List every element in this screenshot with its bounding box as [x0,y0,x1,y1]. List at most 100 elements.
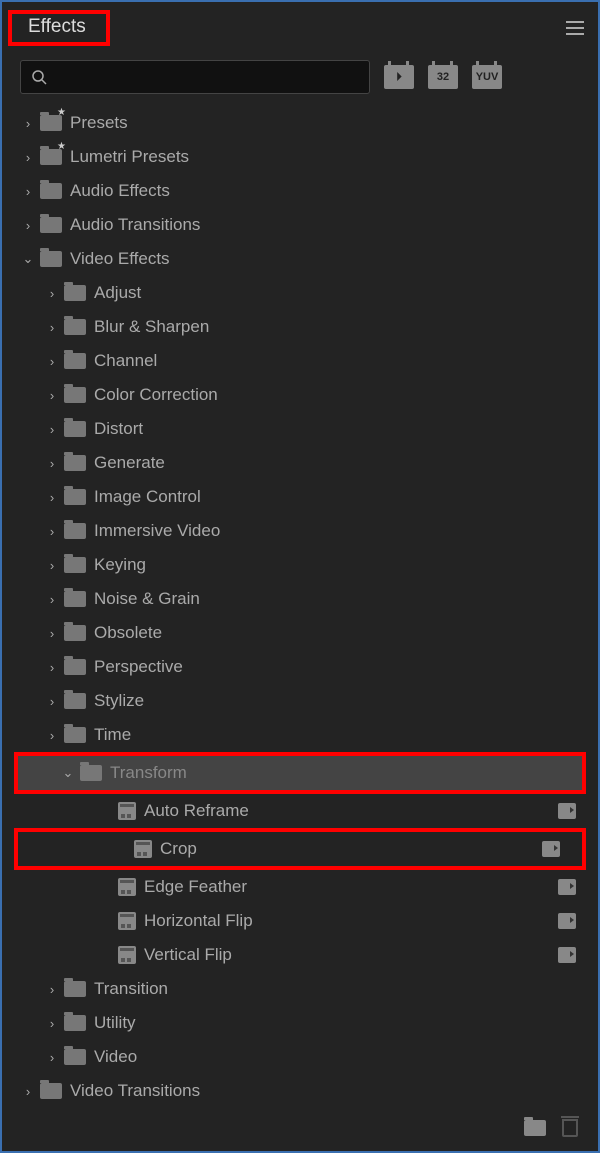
chevron-right-icon[interactable]: › [22,218,34,233]
tree-item-label: Noise & Grain [94,589,200,609]
presets-bin-icon [40,115,62,131]
accelerated-badge-icon [558,803,576,819]
chevron-right-icon[interactable]: › [46,320,58,335]
chevron-right-icon[interactable]: › [46,728,58,743]
folder-icon [64,981,86,997]
effects-panel: Effects ⏵ 32 YUV ›Presets›Lumetri Preset… [0,0,600,1153]
tree-item[interactable]: ›Blur & Sharpen [2,310,598,344]
tree-item-label: Obsolete [94,623,162,643]
chevron-right-icon[interactable]: › [46,694,58,709]
chevron-right-icon[interactable]: › [22,116,34,131]
tree-item[interactable]: ›Adjust [2,276,598,310]
tree-item[interactable]: Horizontal Flip [2,904,598,938]
tree-item[interactable]: › Image Control [2,480,598,514]
effect-preset-icon [118,946,136,964]
chevron-right-icon[interactable]: › [22,150,34,165]
chevron-down-icon[interactable]: ⌄ [22,251,34,267]
tree-item[interactable]: › Obsolete [2,616,598,650]
chevron-right-icon[interactable]: › [46,456,58,471]
folder-icon [64,1049,86,1065]
tree-item[interactable]: › Time [2,718,598,752]
tree-item-label: Time [94,725,131,745]
tree-item[interactable]: › Stylize [2,684,598,718]
folder-icon [64,659,86,675]
chevron-right-icon[interactable]: › [46,422,58,437]
folder-icon [80,765,102,781]
effects-tree[interactable]: ›Presets›Lumetri Presets›Audio Effects›A… [2,100,598,1111]
chevron-right-icon[interactable]: › [46,660,58,675]
menu-icon[interactable] [566,21,584,35]
tree-item[interactable]: ⌄ Transform [18,756,582,790]
tree-item-label: Channel [94,351,157,371]
chevron-right-icon[interactable]: › [46,558,58,573]
chevron-right-icon[interactable]: › [46,1016,58,1031]
tree-item-label: Crop [160,839,197,859]
chevron-right-icon[interactable]: › [46,354,58,369]
tree-item-label: Immersive Video [94,521,220,541]
tree-item[interactable]: ›Audio Effects [2,174,598,208]
folder-icon [64,319,86,335]
tree-item-label: Stylize [94,691,144,711]
tree-item-label: Auto Reframe [144,801,249,821]
accelerated-badge-icon [542,841,560,857]
folder-icon [64,557,86,573]
tree-item-label: Lumetri Presets [70,147,189,167]
chevron-right-icon[interactable]: › [46,524,58,539]
tree-item[interactable]: Crop [18,832,582,866]
tree-item-label: Distort [94,419,143,439]
tree-item[interactable]: ›Generate [2,446,598,480]
chevron-right-icon[interactable]: › [46,490,58,505]
tree-item-label: Video Transitions [70,1081,200,1101]
tree-item-label: Color Correction [94,385,218,405]
chevron-right-icon[interactable]: › [46,982,58,997]
presets-bin-icon [40,149,62,165]
tree-item[interactable]: › Video Transitions [2,1074,598,1108]
tree-item-label: Image Control [94,487,201,507]
tree-item-label: Video [94,1047,137,1067]
tree-item[interactable]: › Immersive Video [2,514,598,548]
chevron-down-icon[interactable]: ⌄ [62,765,74,781]
folder-icon [64,421,86,437]
tree-item[interactable]: › Distort [2,412,598,446]
chevron-right-icon[interactable]: › [22,184,34,199]
tree-item-label: Edge Feather [144,877,247,897]
chevron-right-icon[interactable]: › [46,626,58,641]
delete-icon[interactable] [562,1119,578,1137]
search-input[interactable] [20,60,370,94]
tree-item-label: Transform [110,763,187,783]
accelerated-effects-filter-icon[interactable]: ⏵ [384,65,414,89]
folder-icon [64,455,86,471]
tree-item-label: Utility [94,1013,136,1033]
folder-icon [64,523,86,539]
tree-item[interactable]: ›Presets [2,106,598,140]
tree-item-label: Transition [94,979,168,999]
folder-icon [40,183,62,199]
tree-item[interactable]: › Video [2,1040,598,1074]
tree-item[interactable]: › Utility [2,1006,598,1040]
chevron-right-icon[interactable]: › [46,1050,58,1065]
tree-item[interactable]: › Audio Transitions [2,208,598,242]
chevron-right-icon[interactable]: › [46,592,58,607]
folder-icon [40,1083,62,1099]
tree-item[interactable]: ›Perspective [2,650,598,684]
tree-item[interactable]: › Channel [2,344,598,378]
chevron-right-icon[interactable]: › [46,388,58,403]
chevron-right-icon[interactable]: › [22,1084,34,1099]
chevron-right-icon[interactable]: › [46,286,58,301]
yuv-effects-filter-icon[interactable]: YUV [472,65,502,89]
tree-item[interactable]: › Transition [2,972,598,1006]
tree-item[interactable]: › Color Correction [2,378,598,412]
tree-item[interactable]: Edge Feather [2,870,598,904]
32bit-effects-filter-icon[interactable]: 32 [428,65,458,89]
tree-item[interactable]: Vertical Flip [2,938,598,972]
accelerated-badge-icon [558,879,576,895]
tree-item[interactable]: › Lumetri Presets [2,140,598,174]
tree-item[interactable]: ⌄Video Effects [2,242,598,276]
tree-item[interactable]: Auto Reframe [2,794,598,828]
tree-item[interactable]: ›Keying [2,548,598,582]
tree-item[interactable]: › Noise & Grain [2,582,598,616]
folder-icon [64,285,86,301]
new-bin-icon[interactable] [524,1120,546,1136]
toolbar: ⏵ 32 YUV [2,50,598,100]
tree-item-label: Audio Transitions [70,215,200,235]
